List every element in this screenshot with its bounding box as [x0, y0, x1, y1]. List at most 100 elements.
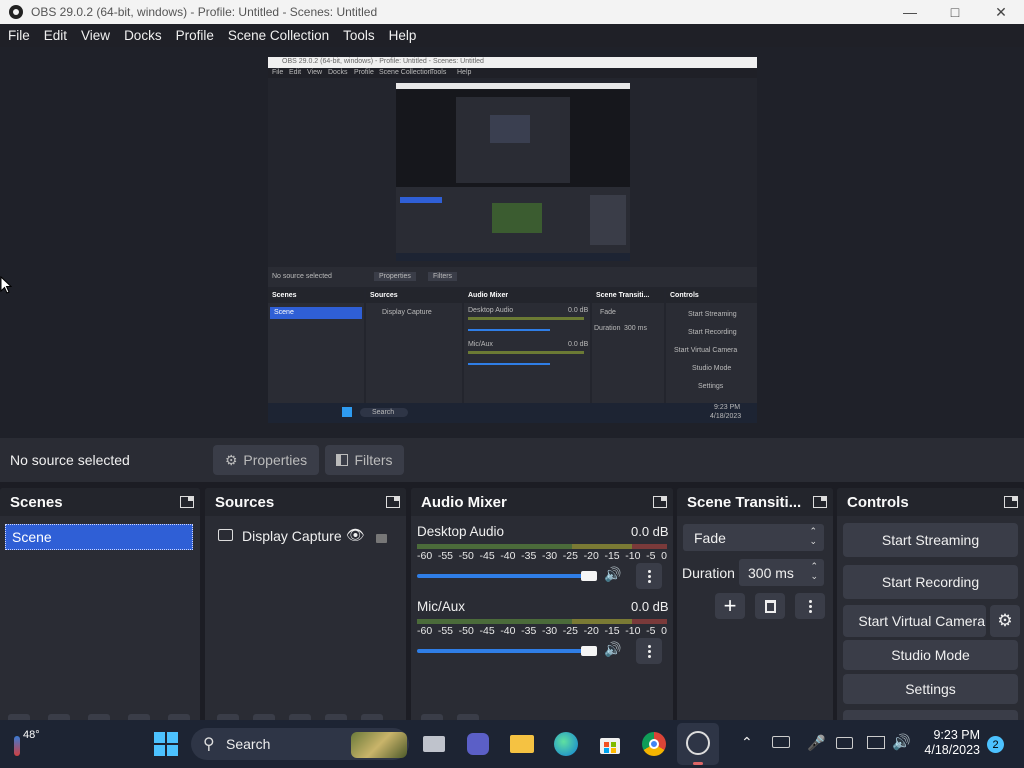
file-explorer-icon[interactable]: [509, 731, 535, 757]
scale-tick: -45: [479, 625, 495, 637]
duration-label: Duration: [682, 565, 735, 581]
desktop-audio-label: Desktop Audio: [417, 524, 505, 539]
filters-button[interactable]: Filters: [325, 445, 404, 475]
thermometer-icon: [14, 736, 20, 756]
menu-view[interactable]: View: [81, 28, 110, 43]
mic-aux-scale: -60 -55 -50 -45 -40 -35 -30 -25 -20 -15 -10 -5 0: [417, 625, 667, 637]
desktop-audio-level: 0.0 dB: [631, 524, 669, 539]
start-virtual-camera-button[interactable]: Start Virtual Camera: [843, 605, 986, 637]
menu-profile[interactable]: Profile: [176, 28, 214, 43]
obs-taskbar-button[interactable]: [677, 723, 719, 765]
weather-widget[interactable]: 48°: [10, 729, 40, 760]
lock-icon[interactable]: [376, 534, 387, 543]
transition-select[interactable]: Fade ⌃ ⌄: [683, 524, 824, 551]
taskbar-search[interactable]: ⚲ Search: [191, 728, 409, 760]
network-icon[interactable]: [867, 736, 885, 749]
start-streaming-button[interactable]: Start Streaming: [843, 523, 1018, 557]
active-indicator: [693, 762, 703, 765]
menu-help[interactable]: Help: [389, 28, 417, 43]
properties-button[interactable]: ⚙ Properties: [213, 445, 319, 475]
clock-date: 4/18/2023: [924, 743, 980, 757]
scenes-header: Scenes: [0, 488, 200, 516]
sources-title: Sources: [215, 493, 275, 511]
menu-tools[interactable]: Tools: [343, 28, 375, 43]
audio-mixer-title: Audio Mixer: [421, 493, 507, 511]
add-transition-button[interactable]: +: [715, 593, 745, 619]
mini-scene-item: Scene: [274, 309, 294, 316]
edge-icon[interactable]: [553, 731, 579, 757]
mini-menu-help: Help: [457, 69, 472, 76]
speaker-icon[interactable]: 🔊: [604, 566, 621, 583]
scene-transitions-dock: Scene Transiti... Fade ⌃ ⌄ Duration 300 m…: [677, 488, 833, 728]
scene-item[interactable]: Scene: [5, 524, 193, 550]
source-item[interactable]: Display Capture 👁: [205, 524, 406, 550]
desktop-audio-slider-handle[interactable]: [581, 571, 597, 581]
gear-icon: ⚙: [224, 451, 238, 468]
scale-tick: -25: [562, 625, 578, 637]
spinbox-arrows-icon[interactable]: ⌃ ⌄: [810, 561, 818, 581]
menu-docks[interactable]: Docks: [124, 28, 162, 43]
speaker-icon[interactable]: 🔊: [604, 641, 621, 658]
undock-icon[interactable]: [386, 496, 400, 508]
desktop-audio-volume-slider[interactable]: [417, 574, 593, 578]
mini-source-bar: No source selected Properties Filters: [268, 267, 757, 287]
notification-badge[interactable]: 2: [987, 736, 1004, 753]
volume-icon[interactable]: 🔊: [892, 733, 911, 751]
mini-taskbar: Search 9:23 PM 4/18/2023: [268, 403, 757, 423]
mini-inner-preview: [396, 83, 630, 261]
store-icon[interactable]: [597, 731, 623, 757]
menu-file[interactable]: File: [8, 28, 30, 43]
mic-aux-volume-slider[interactable]: [417, 649, 593, 653]
menu-bar: File Edit View Docks Profile Scene Colle…: [0, 24, 1024, 47]
audio-mixer-dock: Audio Mixer Desktop Audio 0.0 dB -60 -55-…: [411, 488, 673, 728]
microphone-icon[interactable]: 🎤: [807, 734, 826, 752]
scale-tick: -35: [521, 625, 537, 637]
no-source-label: No source selected: [10, 452, 130, 468]
mini-start-recording: Start Recording: [688, 329, 737, 336]
onedrive-icon[interactable]: [772, 736, 790, 748]
virtual-camera-settings-button[interactable]: ⚙: [990, 605, 1020, 637]
chevron-up-icon[interactable]: ⌃: [741, 734, 753, 751]
chrome-icon[interactable]: [641, 731, 667, 757]
eye-icon[interactable]: 👁: [346, 526, 365, 544]
mini-sources-dock: Sources Display Capture: [366, 289, 462, 403]
program-preview[interactable]: OBS 29.0.2 (64-bit, windows) - Profile: …: [268, 57, 757, 423]
undock-icon[interactable]: [180, 496, 194, 508]
mini-menu-profile: Profile: [354, 69, 374, 76]
studio-mode-button[interactable]: Studio Mode: [843, 640, 1018, 670]
duration-spinbox[interactable]: 300 ms ⌃ ⌄: [739, 559, 824, 586]
scale-tick: -30: [541, 625, 558, 637]
scale-tick: -40: [500, 550, 516, 562]
start-virtual-camera-label: Start Virtual Camera: [858, 613, 985, 629]
settings-button[interactable]: Settings: [843, 674, 1018, 704]
desktop-audio-menu-button[interactable]: [636, 563, 662, 589]
start-recording-button[interactable]: Start Recording: [843, 565, 1018, 599]
task-view-icon[interactable]: [421, 731, 447, 757]
monitor-icon: [218, 529, 233, 541]
remove-transition-button[interactable]: [755, 593, 785, 619]
menu-edit[interactable]: Edit: [44, 28, 67, 43]
scale-tick: -5: [646, 550, 656, 562]
menu-scene-collection[interactable]: Scene Collection: [228, 28, 329, 43]
scale-tick: -20: [583, 625, 599, 637]
scale-tick: -10: [625, 625, 641, 637]
undock-icon[interactable]: [813, 496, 827, 508]
transitions-title: Scene Transiti...: [687, 493, 802, 511]
mic-aux-slider-handle[interactable]: [581, 646, 597, 656]
filter-icon: [336, 454, 349, 466]
teams-icon[interactable]: [465, 731, 491, 757]
mini-sources-title: Sources: [370, 292, 398, 299]
close-button[interactable]: ✕: [978, 0, 1024, 24]
clock[interactable]: 9:23 PM 4/18/2023: [912, 728, 980, 762]
minimize-button[interactable]: —: [887, 0, 933, 24]
keyboard-icon[interactable]: [836, 737, 853, 749]
maximize-button[interactable]: □: [932, 0, 978, 24]
undock-icon[interactable]: [653, 496, 667, 508]
properties-label: Properties: [243, 452, 308, 468]
undock-icon[interactable]: [1004, 496, 1018, 508]
transition-menu-button[interactable]: [795, 593, 825, 619]
mic-aux-menu-button[interactable]: [636, 638, 662, 664]
mini-mic-aux: Mic/Aux: [468, 341, 493, 348]
start-button[interactable]: [153, 731, 179, 757]
mini-menu-view: View: [307, 69, 323, 76]
